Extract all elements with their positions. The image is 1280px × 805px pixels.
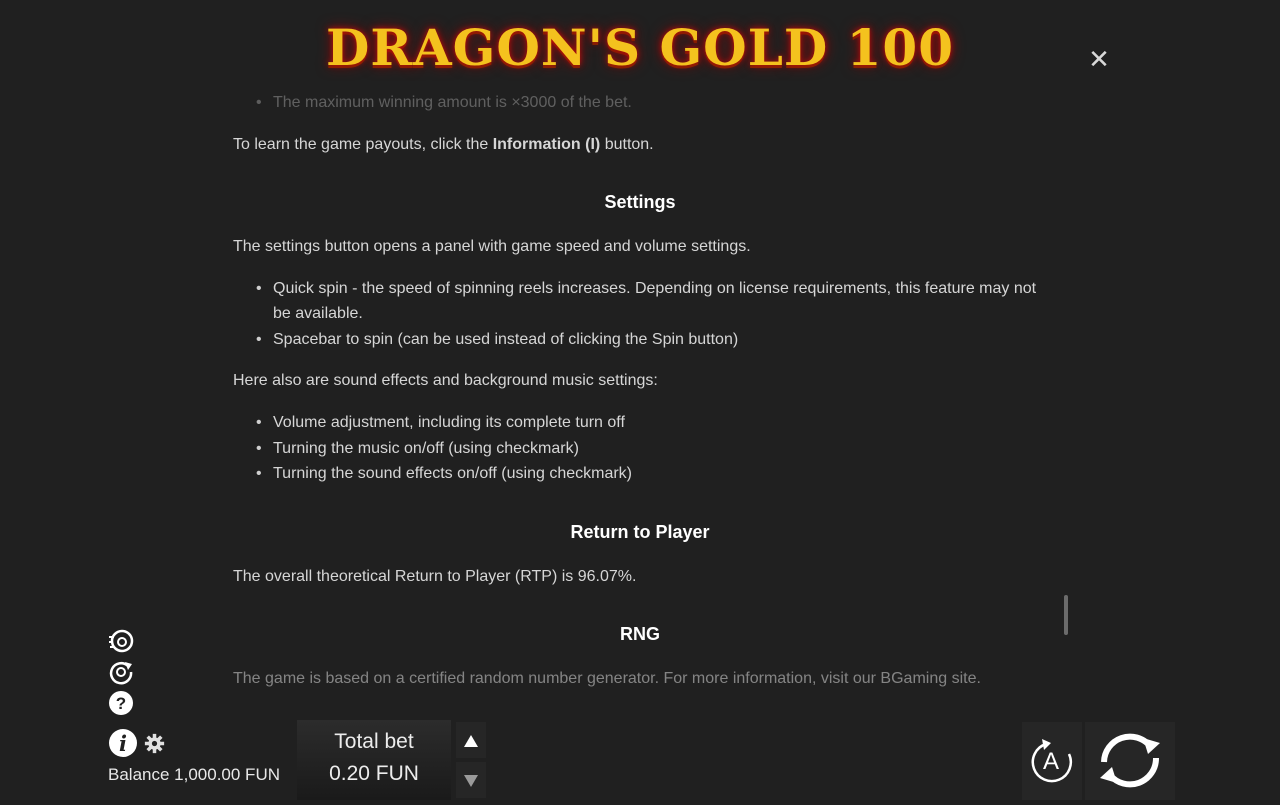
arrow-up-icon [464, 735, 478, 747]
rng-heading: RNG [620, 624, 660, 644]
sound-intro: Here also are sound effects and backgrou… [233, 372, 658, 389]
svg-text:?: ? [116, 694, 126, 713]
total-bet-panel: Total bet 0.20 FUN [297, 720, 451, 800]
total-bet-label: Total bet [334, 730, 414, 753]
list-item: Volume adjustment, including its complet… [256, 410, 1053, 435]
arrow-down-icon [464, 775, 478, 787]
autoplay-button[interactable]: A [1022, 722, 1082, 800]
list-item: The maximum winning amount is ×3000 of t… [256, 90, 1053, 115]
bet-increase-button[interactable] [456, 722, 486, 758]
list-item: Turning the music on/off (using checkmar… [256, 436, 1053, 461]
rng-text: The game is based on a certified random … [233, 670, 981, 687]
payouts-paragraph: To learn the game payouts, click the Inf… [233, 136, 654, 154]
coin-quick-icon[interactable] [108, 628, 134, 654]
balance-display: Balance 1,000.00 FUN [108, 765, 280, 784]
help-icon[interactable]: ? [108, 690, 134, 716]
settings-intro: The settings button opens a panel with g… [233, 238, 751, 255]
info-icon[interactable]: i [108, 728, 138, 758]
rtp-heading: Return to Player [570, 522, 710, 542]
payouts-text-start: To learn the game payouts, click the [233, 136, 493, 153]
svg-text:i: i [119, 731, 127, 756]
spin-icon [1100, 733, 1160, 788]
rtp-text: The overall theoretical Return to Player… [233, 568, 637, 585]
payouts-text-end: button. [600, 136, 654, 153]
spin-button[interactable] [1085, 722, 1175, 800]
bet-decrease-button[interactable] [456, 762, 486, 798]
scrollbar[interactable] [1064, 595, 1068, 635]
payouts-text-bold: Information (I) [492, 136, 601, 153]
close-icon[interactable]: ✕ [1086, 46, 1112, 72]
list-item: Spacebar to spin (can be used instead of… [256, 327, 1053, 352]
list-item: Quick spin - the speed of spinning reels… [256, 276, 1053, 326]
gear-icon[interactable] [144, 733, 165, 754]
total-bet-value: 0.20 FUN [329, 762, 419, 785]
replay-icon[interactable] [108, 659, 134, 685]
settings-heading: Settings [604, 192, 676, 212]
autoplay-label: A [1042, 748, 1059, 775]
list-item: Turning the sound effects on/off (using … [256, 461, 1053, 486]
